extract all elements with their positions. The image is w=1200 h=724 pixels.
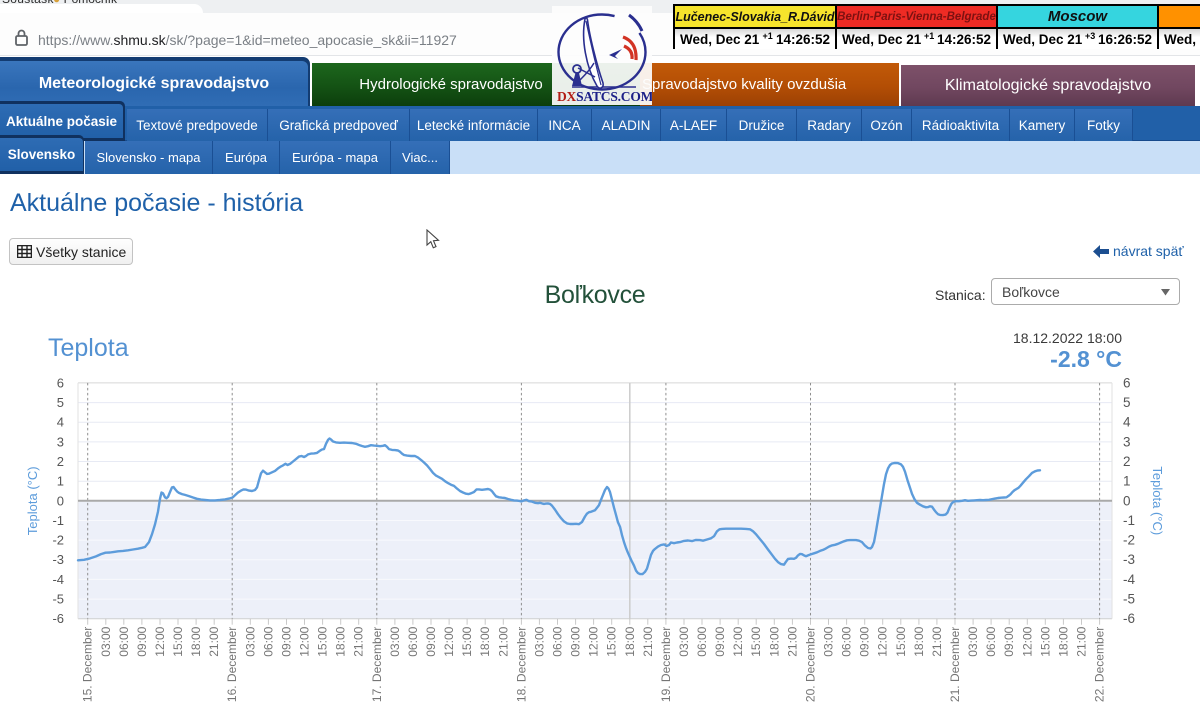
svg-text:2: 2 — [57, 454, 64, 469]
svg-text:06:00: 06:00 — [695, 626, 709, 656]
svg-text:5: 5 — [57, 395, 64, 410]
svg-text:-5: -5 — [52, 592, 64, 607]
svg-text:03:00: 03:00 — [822, 626, 836, 656]
svg-text:21:00: 21:00 — [352, 626, 366, 656]
svg-text:22. December: 22. December — [1093, 627, 1107, 702]
svg-text:12:00: 12:00 — [153, 626, 167, 656]
svg-text:21:00: 21:00 — [930, 626, 944, 656]
svg-text:09:00: 09:00 — [858, 626, 872, 656]
svg-text:12:00: 12:00 — [1020, 626, 1034, 656]
svg-text:-6: -6 — [52, 611, 64, 626]
svg-text:18:00: 18:00 — [912, 626, 926, 656]
svg-text:1: 1 — [57, 474, 64, 489]
svg-text:16. December: 16. December — [225, 627, 239, 702]
svg-text:06:00: 06:00 — [261, 626, 275, 656]
svg-text:09:00: 09:00 — [569, 626, 583, 656]
svg-text:06:00: 06:00 — [406, 626, 420, 656]
svg-text:15:00: 15:00 — [460, 626, 474, 656]
svg-text:18:00: 18:00 — [334, 626, 348, 656]
svg-text:09:00: 09:00 — [424, 626, 438, 656]
svg-text:12:00: 12:00 — [298, 626, 312, 656]
svg-text:-4: -4 — [52, 572, 64, 587]
svg-text:21:00: 21:00 — [496, 626, 510, 656]
svg-text:-4: -4 — [1123, 572, 1135, 587]
svg-text:12:00: 12:00 — [876, 626, 890, 656]
svg-text:5: 5 — [1123, 395, 1131, 410]
svg-text:21:00: 21:00 — [207, 626, 221, 656]
svg-text:15:00: 15:00 — [605, 626, 619, 656]
svg-text:19. December: 19. December — [659, 627, 673, 702]
svg-text:21. December: 21. December — [948, 627, 962, 702]
svg-text:09:00: 09:00 — [135, 626, 149, 656]
svg-text:6: 6 — [1123, 375, 1131, 390]
svg-text:3: 3 — [57, 434, 64, 449]
svg-text:15. December: 15. December — [81, 627, 95, 702]
svg-text:03:00: 03:00 — [532, 626, 546, 656]
svg-text:4: 4 — [1123, 415, 1131, 430]
svg-text:18. December: 18. December — [514, 627, 528, 702]
svg-text:0: 0 — [1123, 493, 1131, 508]
svg-text:03:00: 03:00 — [677, 626, 691, 656]
svg-text:18:00: 18:00 — [478, 626, 492, 656]
svg-text:-6: -6 — [1123, 611, 1135, 626]
svg-text:1: 1 — [1123, 474, 1131, 489]
svg-text:Teplota (°C): Teplota (°C) — [25, 466, 40, 535]
svg-text:12:00: 12:00 — [731, 626, 745, 656]
svg-text:3: 3 — [1123, 434, 1131, 449]
svg-text:18:00: 18:00 — [1056, 626, 1070, 656]
svg-text:-3: -3 — [52, 552, 64, 567]
svg-text:-2: -2 — [1123, 533, 1135, 548]
svg-text:15:00: 15:00 — [316, 626, 330, 656]
svg-text:-3: -3 — [1123, 552, 1135, 567]
svg-text:6: 6 — [57, 375, 64, 390]
svg-text:09:00: 09:00 — [713, 626, 727, 656]
svg-text:03:00: 03:00 — [243, 626, 257, 656]
svg-text:21:00: 21:00 — [1075, 626, 1089, 656]
svg-text:0: 0 — [57, 493, 64, 508]
svg-text:-2: -2 — [52, 533, 64, 548]
svg-text:4: 4 — [57, 415, 64, 430]
svg-text:DXSATCS.COM: DXSATCS.COM — [557, 89, 652, 104]
svg-text:17. December: 17. December — [370, 627, 384, 702]
svg-text:06:00: 06:00 — [984, 626, 998, 656]
svg-text:06:00: 06:00 — [551, 626, 565, 656]
svg-text:03:00: 03:00 — [388, 626, 402, 656]
svg-text:-1: -1 — [1123, 513, 1135, 528]
svg-text:Teplota (°C): Teplota (°C) — [1150, 466, 1165, 535]
svg-text:-5: -5 — [1123, 592, 1135, 607]
svg-text:-1: -1 — [52, 513, 64, 528]
svg-text:12:00: 12:00 — [587, 626, 601, 656]
svg-text:20. December: 20. December — [804, 627, 818, 702]
svg-text:09:00: 09:00 — [280, 626, 294, 656]
svg-text:21:00: 21:00 — [641, 626, 655, 656]
svg-text:2: 2 — [1123, 454, 1131, 469]
svg-text:06:00: 06:00 — [117, 626, 131, 656]
svg-text:21:00: 21:00 — [785, 626, 799, 656]
svg-text:18:00: 18:00 — [189, 626, 203, 656]
svg-text:03:00: 03:00 — [99, 626, 113, 656]
svg-text:15:00: 15:00 — [749, 626, 763, 656]
svg-text:18:00: 18:00 — [623, 626, 637, 656]
svg-text:15:00: 15:00 — [894, 626, 908, 656]
svg-text:15:00: 15:00 — [1038, 626, 1052, 656]
svg-text:12:00: 12:00 — [442, 626, 456, 656]
svg-text:15:00: 15:00 — [171, 626, 185, 656]
svg-text:03:00: 03:00 — [966, 626, 980, 656]
svg-text:18:00: 18:00 — [767, 626, 781, 656]
svg-text:09:00: 09:00 — [1002, 626, 1016, 656]
svg-text:06:00: 06:00 — [840, 626, 854, 656]
